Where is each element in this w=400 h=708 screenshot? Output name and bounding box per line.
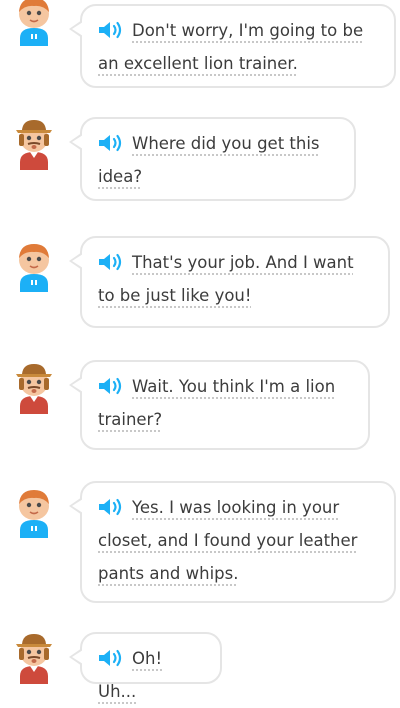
speech-bubble: Don't worry, I'm going to be an excellen… bbox=[69, 4, 396, 88]
speech-bubble: Wait. You think I'm a lion trainer? bbox=[69, 360, 370, 450]
speech-bubble: Yes. I was looking in your closet, and I… bbox=[69, 481, 396, 603]
message-text[interactable]: Wait. You think I'm a lion trainer? bbox=[98, 377, 335, 429]
message-text[interactable]: Don't worry, I'm going to be an excellen… bbox=[98, 21, 363, 73]
child-avatar bbox=[10, 486, 58, 538]
speaker-icon[interactable] bbox=[98, 377, 124, 395]
speaker-icon[interactable] bbox=[98, 21, 124, 39]
message-text[interactable]: That's your job. And I want to be just l… bbox=[98, 253, 354, 305]
child-avatar bbox=[10, 240, 58, 292]
adult-avatar bbox=[10, 632, 58, 684]
adult-avatar bbox=[10, 118, 58, 170]
speech-bubble: Oh! Uh... bbox=[69, 632, 222, 701]
message-text[interactable]: Where did you get this idea? bbox=[98, 134, 320, 186]
adult-avatar bbox=[10, 362, 58, 414]
speaker-icon[interactable] bbox=[98, 253, 124, 271]
child-avatar bbox=[10, 0, 58, 46]
message-text[interactable]: Yes. I was looking in your closet, and I… bbox=[98, 498, 357, 583]
speech-bubble: Where did you get this idea? bbox=[69, 117, 356, 201]
speaker-icon[interactable] bbox=[98, 649, 124, 667]
speech-bubble: That's your job. And I want to be just l… bbox=[69, 236, 390, 328]
speaker-icon[interactable] bbox=[98, 498, 124, 516]
speaker-icon[interactable] bbox=[98, 134, 124, 152]
